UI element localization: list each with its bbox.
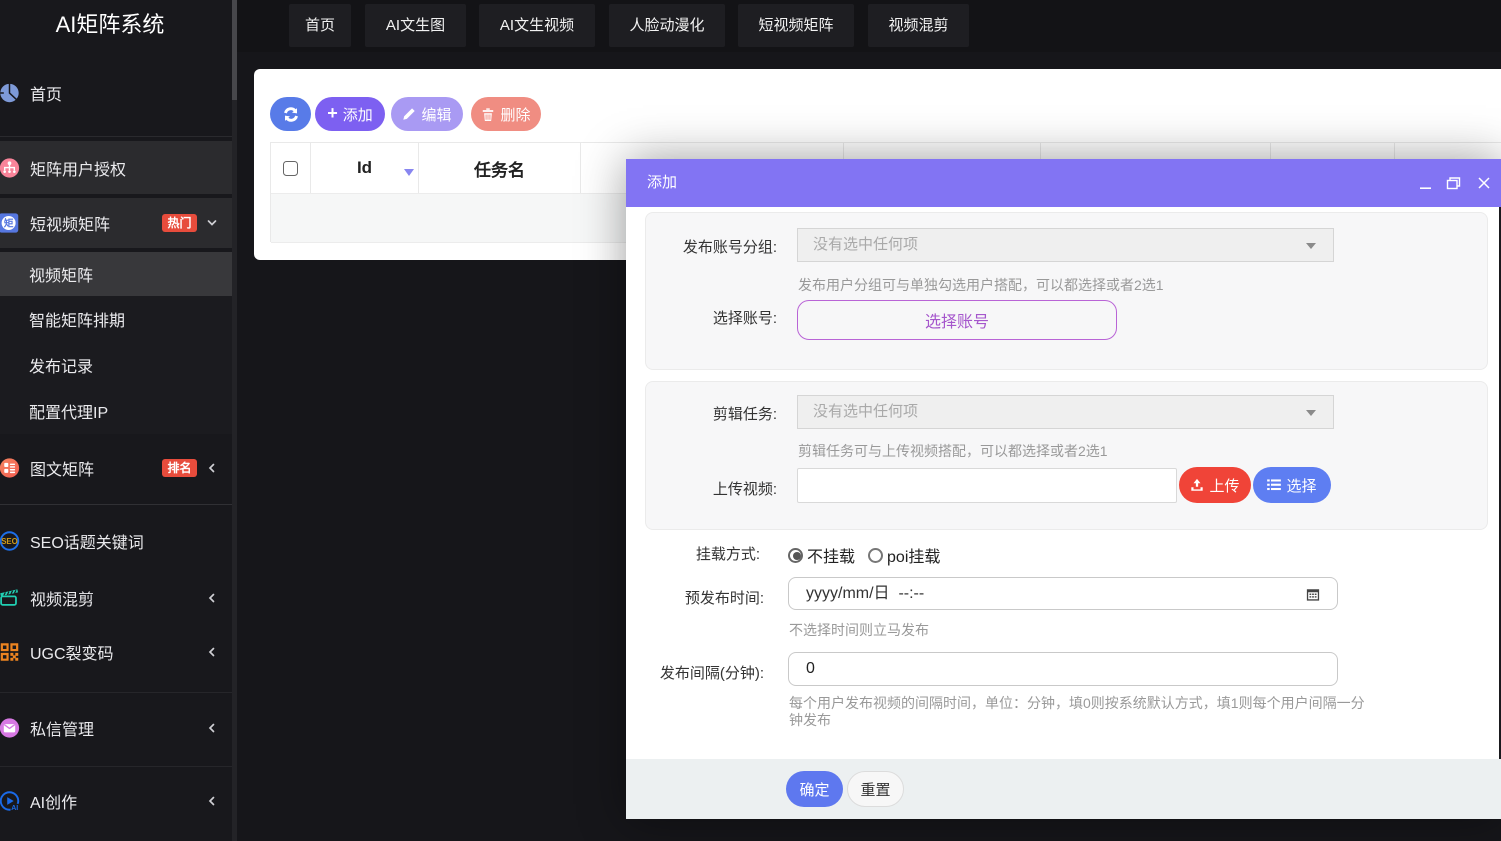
svg-text:矩: 矩 — [3, 218, 14, 230]
svg-text:SEO: SEO — [1, 537, 18, 546]
svg-text:AI: AI — [11, 805, 18, 811]
